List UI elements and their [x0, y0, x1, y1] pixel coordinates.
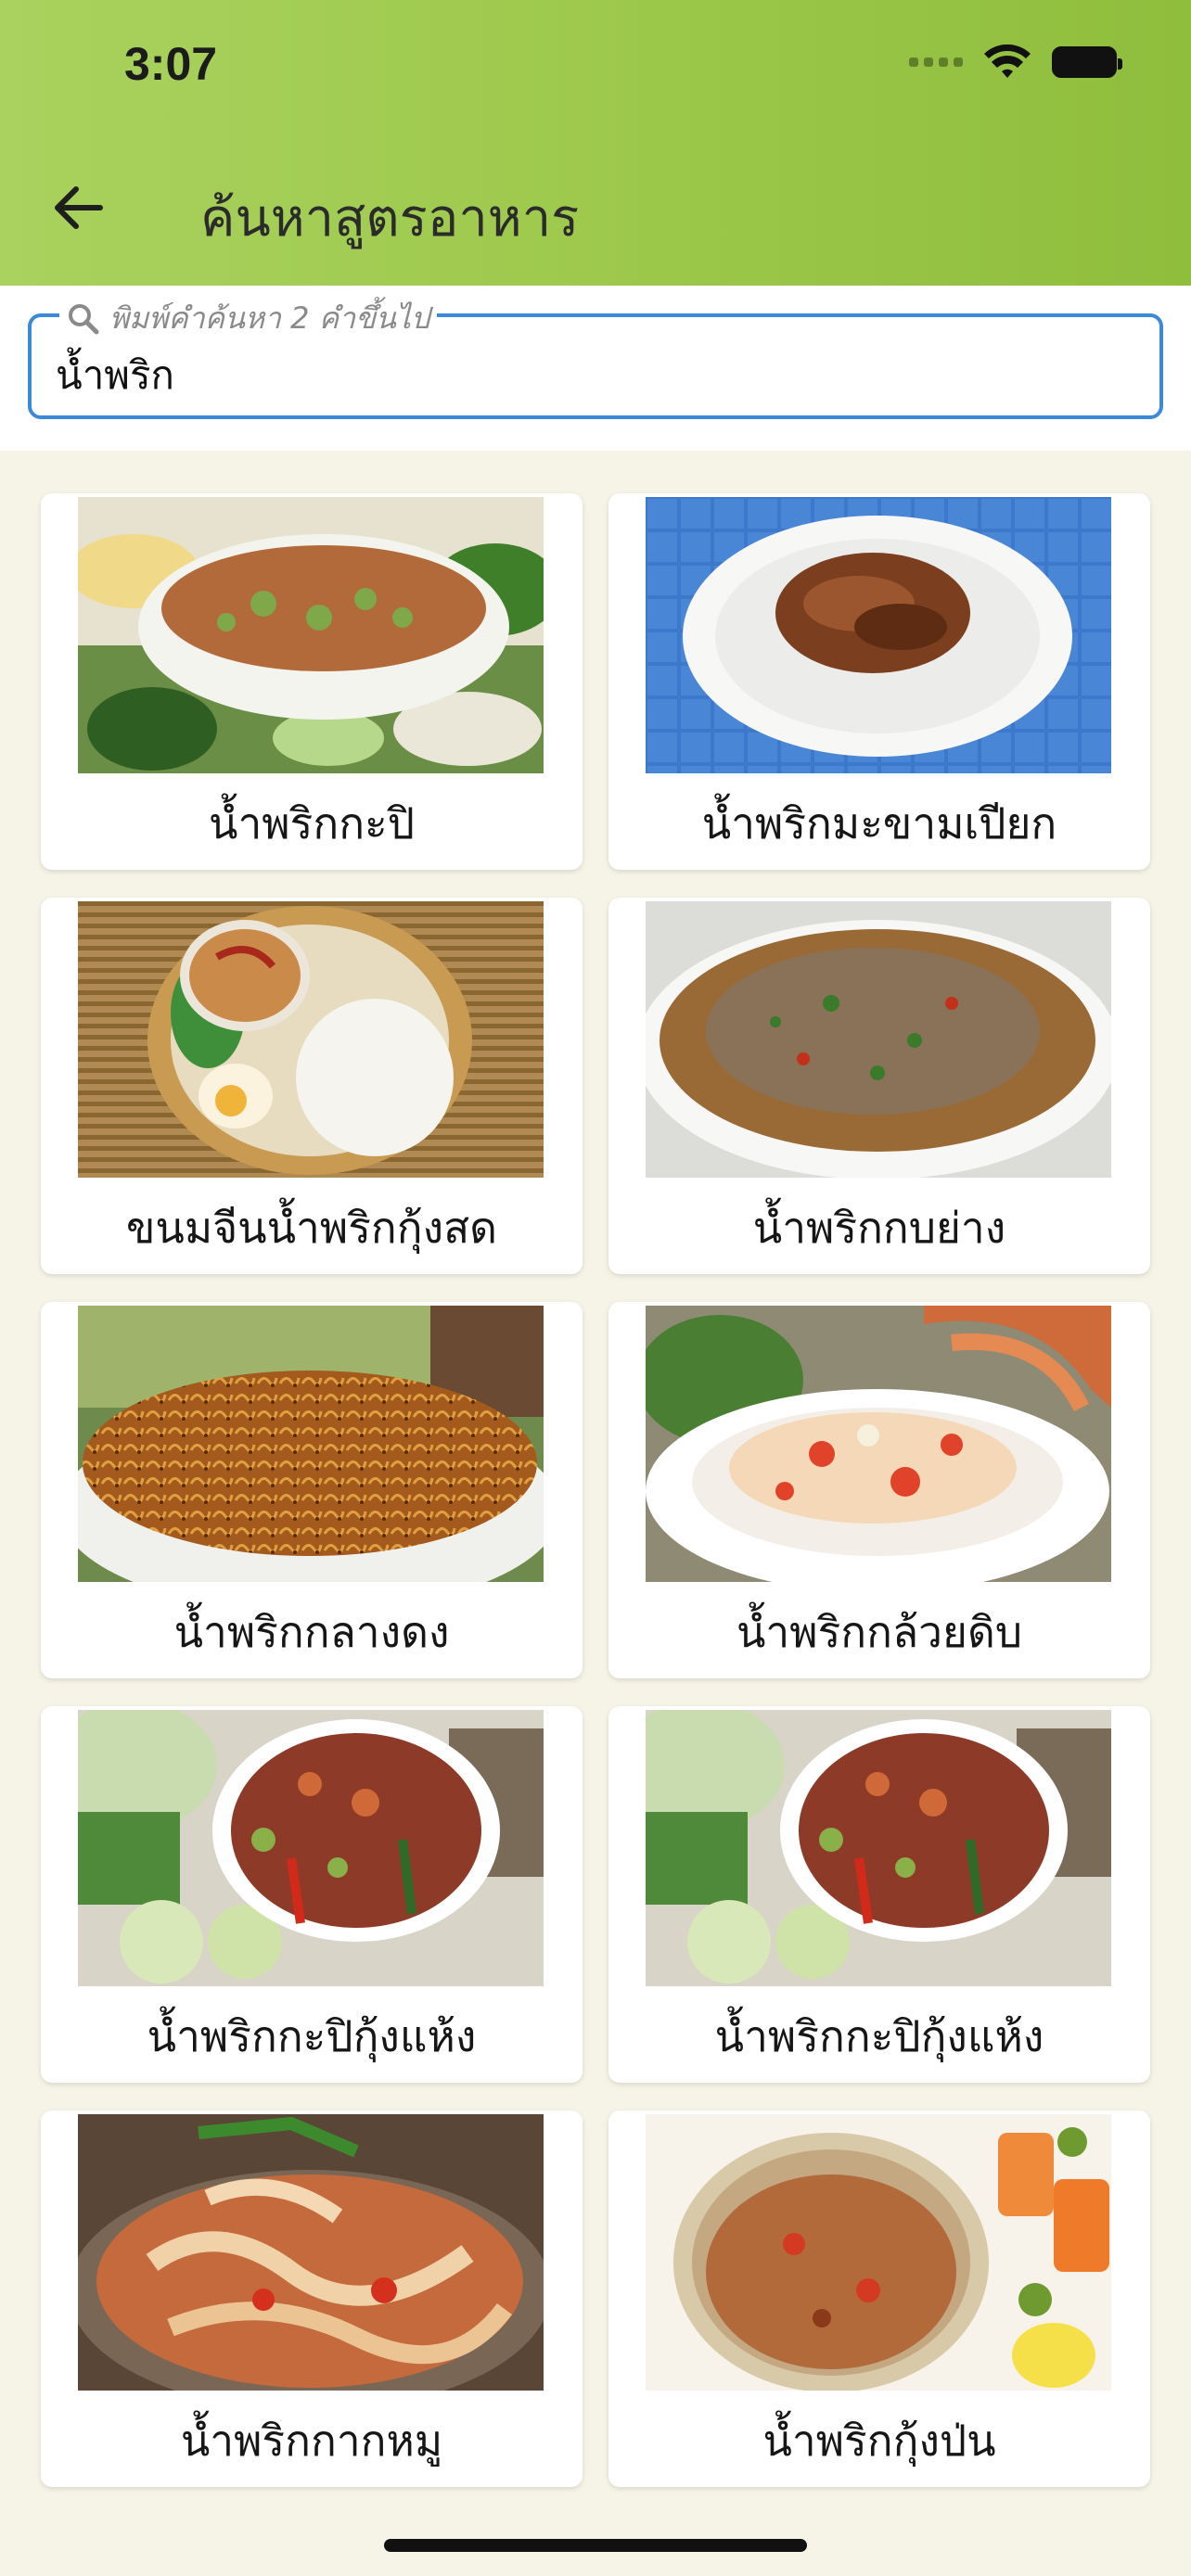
recipe-card[interactable]: น้ำพริกกุ้งป่น	[608, 2111, 1150, 2487]
recipe-card[interactable]: น้ำพริกกลางดง	[41, 1302, 583, 1678]
search-input[interactable]: พิมพ์คำค้นหา 2 คำขึ้นไป น้ำพริก	[28, 295, 1163, 419]
recipe-title: น้ำพริกมะขามเปียก	[701, 798, 1057, 848]
recipe-image	[646, 901, 1111, 1178]
recipe-image	[646, 1710, 1111, 1986]
recipe-card[interactable]: น้ำพริกมะขามเปียก	[608, 493, 1150, 870]
recipe-title: น้ำพริกกะปิกุ้งแห้ง	[714, 2011, 1044, 2061]
recipe-image	[78, 901, 544, 1178]
recipe-title: ขนมจีนน้ำพริกกุ้งสด	[125, 1203, 498, 1253]
search-icon	[69, 303, 99, 334]
recipe-title: น้ำพริกกุ้งป่น	[762, 2416, 996, 2466]
recipe-image	[646, 2114, 1111, 2391]
arrow-left-icon	[55, 186, 103, 229]
recipe-title: น้ำพริกกากหมู	[180, 2416, 443, 2466]
recipe-image	[646, 1306, 1111, 1582]
recipe-image	[78, 1710, 544, 1986]
status-time: 3:07	[124, 38, 218, 90]
recipe-title: น้ำพริกกลางดง	[173, 1607, 450, 1657]
recipe-title: น้ำพริกกบย่าง	[752, 1203, 1006, 1253]
recipe-title: น้ำพริกกล้วยดิบ	[736, 1607, 1023, 1657]
page-title: ค้นหาสูตรอาหาร	[200, 188, 580, 249]
home-indicator[interactable]	[384, 2539, 807, 2552]
search-label: พิมพ์คำค้นหา 2 คำขึ้นไป	[59, 295, 438, 342]
recipe-image	[78, 497, 544, 773]
recipe-card[interactable]: น้ำพริกกะปิ	[41, 493, 583, 870]
recipe-title: น้ำพริกกะปิกุ้งแห้ง	[147, 2011, 477, 2061]
recipe-card[interactable]: ขนมจีนน้ำพริกกุ้งสด	[41, 898, 583, 1274]
recipe-title: น้ำพริกกะปิ	[209, 798, 415, 848]
recipe-image	[646, 497, 1111, 773]
search-placeholder: พิมพ์คำค้นหา 2 คำขึ้นไป	[109, 300, 430, 336]
recipe-card[interactable]: น้ำพริกกากหมู	[41, 2111, 583, 2487]
recipe-card[interactable]: น้ำพริกกล้วยดิบ	[608, 1302, 1150, 1678]
app-header: 3:07 ค้นหาสูตรอาหาร	[0, 0, 1191, 286]
recipe-image	[78, 2114, 544, 2391]
battery-icon	[1052, 46, 1122, 78]
back-button[interactable]	[45, 174, 111, 241]
search-panel: พิมพ์คำค้นหา 2 คำขึ้นไป น้ำพริก	[0, 286, 1191, 451]
cellular-signal-icon	[909, 57, 963, 67]
recipe-image	[78, 1306, 544, 1582]
recipe-card[interactable]: น้ำพริกกะปิกุ้งแห้ง	[41, 1706, 583, 2083]
recipe-card[interactable]: น้ำพริกกะปิกุ้งแห้ง	[608, 1706, 1150, 2083]
recipe-card[interactable]: น้ำพริกกบย่าง	[608, 898, 1150, 1274]
status-icons	[909, 45, 1122, 80]
search-value[interactable]: น้ำพริก	[56, 345, 174, 406]
wifi-icon	[984, 45, 1031, 78]
